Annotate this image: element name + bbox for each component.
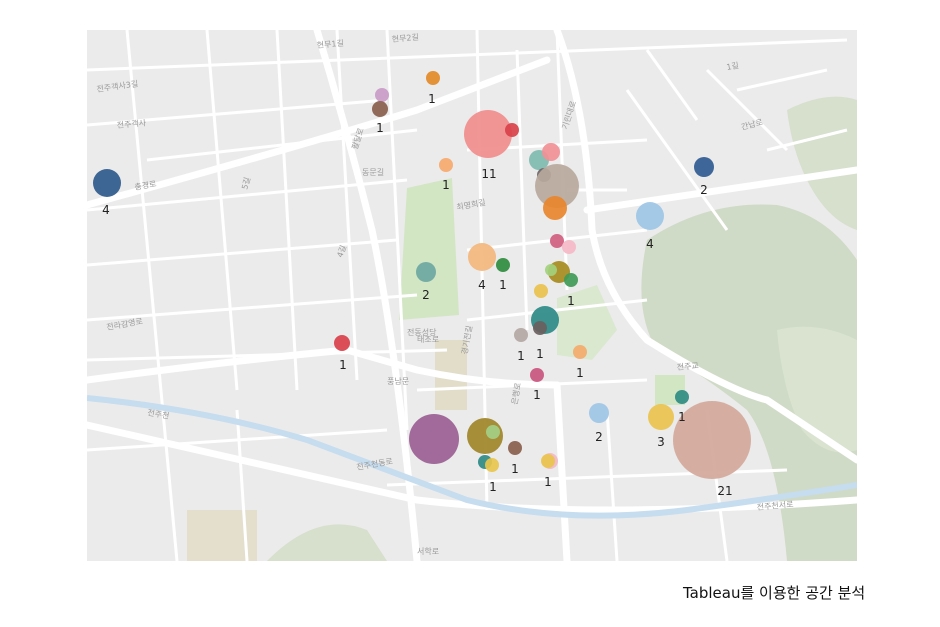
marker-count-label: 11 xyxy=(481,167,496,181)
map-marker[interactable] xyxy=(514,328,528,342)
map-marker[interactable] xyxy=(93,169,121,197)
marker-count-label: 4 xyxy=(646,237,654,251)
map-canvas[interactable]: 전주객사3길충경로팔달로전라감영로전주천기린대로전주천서로전주천동로서학로풍남문… xyxy=(87,30,857,561)
map-marker[interactable] xyxy=(573,345,587,359)
marker-count-label: 3 xyxy=(657,435,665,449)
marker-count-label: 1 xyxy=(544,475,552,489)
marker-count-label: 2 xyxy=(700,183,708,197)
marker-count-label: 1 xyxy=(517,349,525,363)
marker-count-label: 2 xyxy=(422,288,430,302)
map-marker[interactable] xyxy=(334,335,350,351)
map-marker[interactable] xyxy=(636,202,664,230)
map-marker[interactable] xyxy=(543,196,567,220)
map-marker[interactable] xyxy=(533,321,547,335)
figure-caption: Tableau를 이용한 공간 분석 xyxy=(683,584,866,602)
map-marker[interactable] xyxy=(648,404,674,430)
map-marker[interactable] xyxy=(409,414,459,464)
map-marker[interactable] xyxy=(486,425,500,439)
street-label: 풍남문 xyxy=(387,377,409,386)
marker-count-label: 2 xyxy=(595,430,603,444)
map-marker[interactable] xyxy=(485,458,499,472)
map-marker[interactable] xyxy=(426,71,440,85)
marker-count-label: 1 xyxy=(376,121,384,135)
map-marker[interactable] xyxy=(534,284,548,298)
marker-count-label: 1 xyxy=(536,347,544,361)
marker-count-label: 21 xyxy=(717,484,732,498)
street-label: 동문길 xyxy=(362,168,384,177)
marker-count-label: 1 xyxy=(489,480,497,494)
marker-count-label: 1 xyxy=(576,366,584,380)
map-marker[interactable] xyxy=(468,243,496,271)
marker-count-label: 1 xyxy=(442,178,450,192)
marker-count-label: 4 xyxy=(478,278,486,292)
map-marker[interactable] xyxy=(508,441,522,455)
map-marker[interactable] xyxy=(541,454,555,468)
map-marker[interactable] xyxy=(562,240,576,254)
marker-count-label: 1 xyxy=(428,92,436,106)
map-marker[interactable] xyxy=(530,368,544,382)
map-marker[interactable] xyxy=(375,88,389,102)
map-marker[interactable] xyxy=(542,143,560,161)
street-label: 전동성당 xyxy=(407,327,437,337)
marker-count-label: 4 xyxy=(102,203,110,217)
marker-count-label: 1 xyxy=(678,410,686,424)
marker-count-label: 1 xyxy=(339,358,347,372)
marker-count-label: 1 xyxy=(511,462,519,476)
map-marker[interactable] xyxy=(416,262,436,282)
map-marker[interactable] xyxy=(439,158,453,172)
map-marker[interactable] xyxy=(550,234,564,248)
marker-count-label: 1 xyxy=(533,388,541,402)
map-marker[interactable] xyxy=(545,264,557,276)
map-marker[interactable] xyxy=(372,101,388,117)
street-label: 전주교 xyxy=(676,360,699,372)
map-marker[interactable] xyxy=(694,157,714,177)
map-marker[interactable] xyxy=(675,390,689,404)
map-marker[interactable] xyxy=(464,110,512,158)
marker-count-label: 1 xyxy=(567,294,575,308)
street-label: 서학로 xyxy=(417,546,439,556)
marker-count-label: 1 xyxy=(499,278,507,292)
map-marker[interactable] xyxy=(505,123,519,137)
map-marker[interactable] xyxy=(589,403,609,423)
map-marker[interactable] xyxy=(564,273,578,287)
map-marker[interactable] xyxy=(496,258,510,272)
map-area[interactable]: 전주객사3길 충경로 팔달로 전라감영로 전주천 기린대로 전주천서로 전주천동로 서학로 풍남문… xyxy=(87,30,857,561)
